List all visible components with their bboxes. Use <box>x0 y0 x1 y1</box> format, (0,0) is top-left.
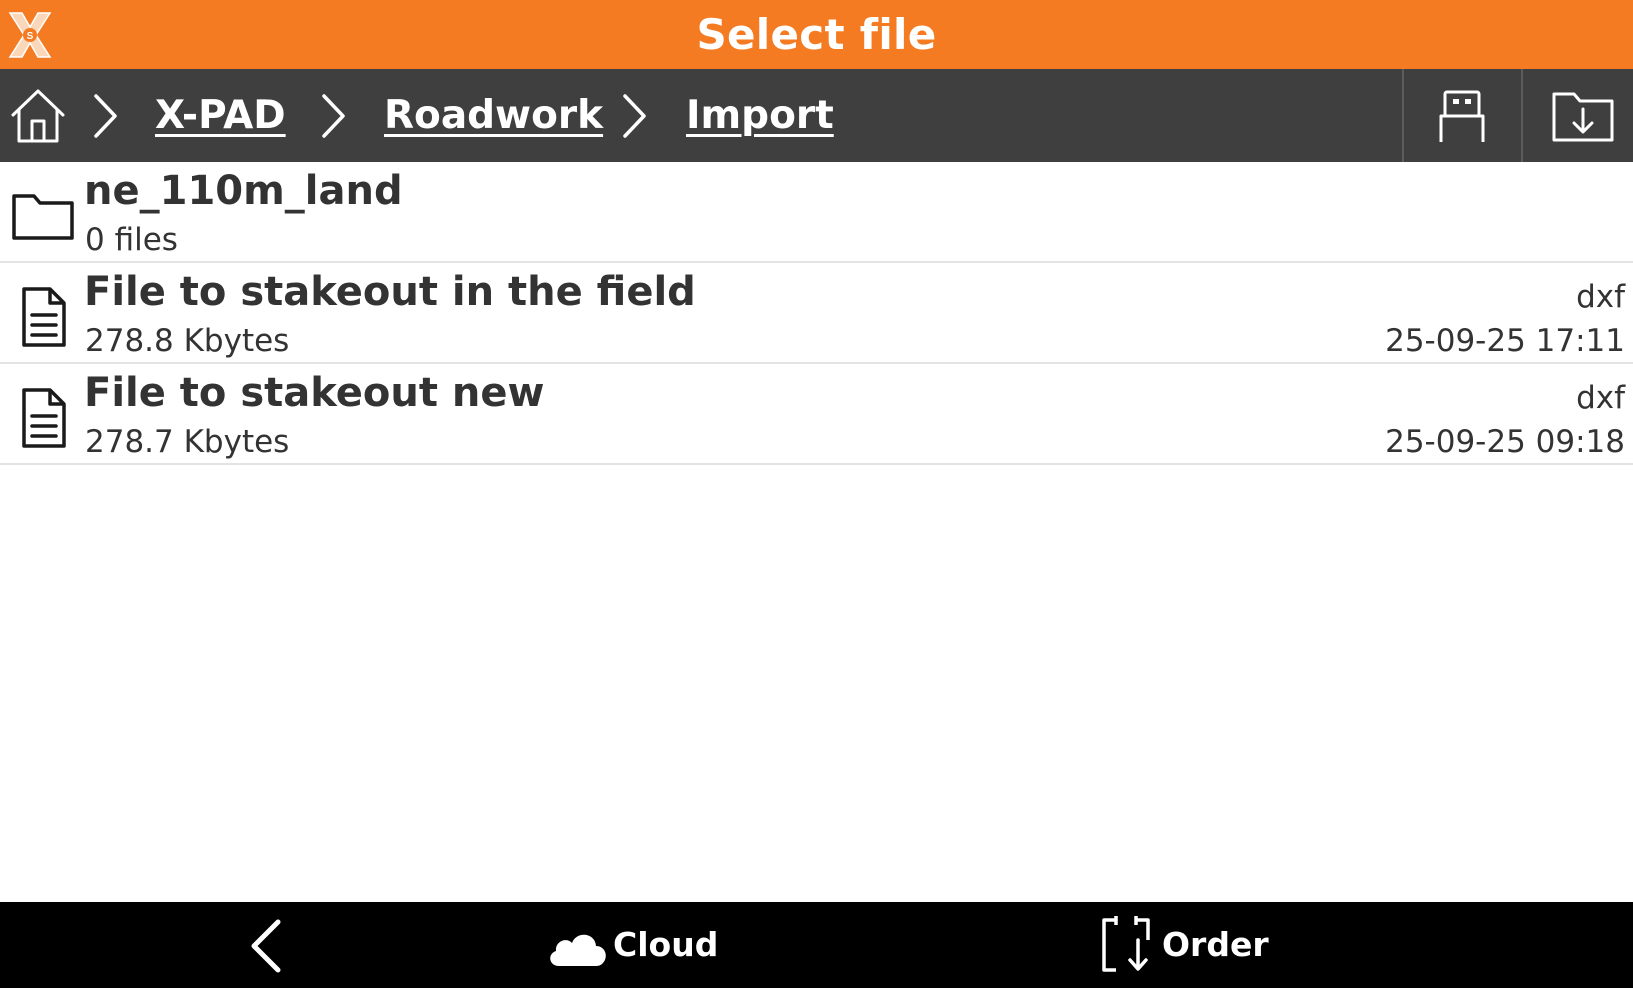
folder-download-button[interactable] <box>1523 69 1633 162</box>
breadcrumb-item-import[interactable]: Import <box>686 69 834 162</box>
folder-icon <box>12 194 74 240</box>
folder-download-icon <box>1552 92 1614 142</box>
order-label: Order <box>1162 925 1269 964</box>
file-extension: dxf <box>1576 380 1625 416</box>
page-title: Select file <box>696 10 937 59</box>
chevron-right-icon <box>94 94 117 138</box>
cloud-icon <box>550 934 606 966</box>
breadcrumb-item-xpad[interactable]: X-PAD <box>155 69 286 162</box>
usb-drive-button[interactable] <box>1404 69 1522 162</box>
file-name: File to stakeout in the field <box>84 269 696 315</box>
file-date: 25-09-25 09:18 <box>1385 424 1625 460</box>
sort-order-icon <box>1102 916 1150 972</box>
order-button[interactable]: Order <box>1098 908 1269 982</box>
cloud-label: Cloud <box>613 925 719 964</box>
cloud-button[interactable]: Cloud <box>545 912 720 978</box>
breadcrumb: X-PAD Roadwork Import <box>0 69 1633 162</box>
document-icon <box>22 388 66 448</box>
file-list: ne_110m_land 0 files File to stakeout in… <box>0 162 1633 465</box>
breadcrumb-item-roadwork[interactable]: Roadwork <box>384 69 603 162</box>
bottom-bar: Cloud Order <box>0 902 1633 988</box>
list-item-file[interactable]: File to stakeout in the field 278.8 Kbyt… <box>0 263 1633 364</box>
file-size: 278.8 Kbytes <box>85 323 290 359</box>
file-count: 0 files <box>85 222 178 258</box>
file-name: File to stakeout new <box>84 370 545 416</box>
home-icon[interactable] <box>8 83 68 147</box>
document-icon <box>22 287 66 347</box>
list-item-folder[interactable]: ne_110m_land 0 files <box>0 162 1633 263</box>
chevron-right-icon <box>623 94 646 138</box>
file-date: 25-09-25 17:11 <box>1385 323 1625 359</box>
usb-drive-icon <box>1439 90 1485 142</box>
file-extension: dxf <box>1576 279 1625 315</box>
file-size: 278.7 Kbytes <box>85 424 290 460</box>
back-arrow-icon[interactable] <box>240 916 300 976</box>
title-bar: S Select file <box>0 0 1633 69</box>
list-item-file[interactable]: File to stakeout new 278.7 Kbytes dxf 25… <box>0 364 1633 465</box>
chevron-right-icon <box>322 94 345 138</box>
file-name: ne_110m_land <box>84 168 403 214</box>
